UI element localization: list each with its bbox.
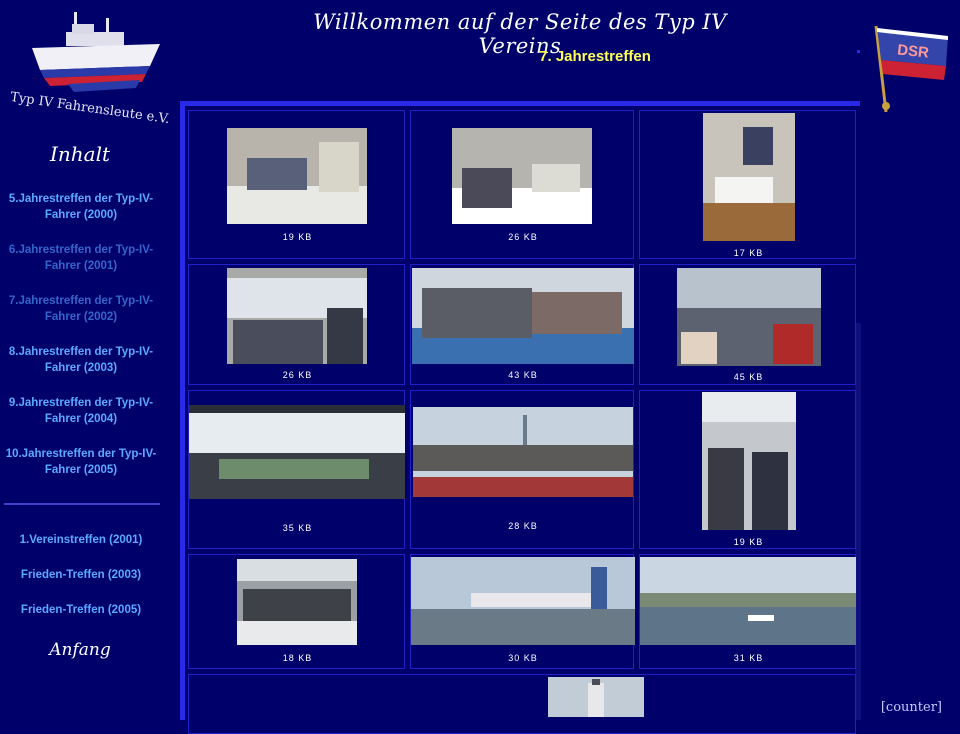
- photo-cell: 31 KB: [639, 554, 856, 669]
- photo-size-label: 45 KB: [733, 372, 764, 382]
- sidebar-link-jahrestreffen-2000[interactable]: 5.Jahrestreffen der Typ-IV-Fahrer (2000): [2, 191, 160, 223]
- photo-thumbnail[interactable]: [702, 392, 796, 530]
- sidebar-heading: Inhalt: [49, 142, 111, 166]
- sidebar-link-jahrestreffen-2002[interactable]: 7.Jahrestreffen der Typ-IV-Fahrer (2002): [2, 293, 160, 325]
- photo-thumbnail[interactable]: [413, 407, 633, 497]
- frame-marker: [857, 50, 860, 53]
- ship-icon: [32, 12, 160, 92]
- photo-thumbnail[interactable]: [640, 557, 856, 645]
- content-frame-top: [180, 101, 860, 106]
- sidebar-link-vereinstreffen-2001[interactable]: 1.Vereinstreffen (2001): [2, 532, 160, 548]
- photo-size-label: 19 KB: [282, 232, 313, 242]
- photo-thumbnail[interactable]: [703, 113, 795, 241]
- photo-thumbnail[interactable]: [548, 677, 644, 717]
- photo-thumbnail[interactable]: [189, 405, 405, 499]
- sidebar-link-frieden-treffen-2005[interactable]: Frieden-Treffen (2005): [2, 602, 160, 618]
- sidebar-link-jahrestreffen-2003[interactable]: 8.Jahrestreffen der Typ-IV-Fahrer (2003): [2, 344, 160, 376]
- photo-thumbnail[interactable]: [452, 128, 592, 224]
- photo-cell: 26 KB: [188, 264, 405, 385]
- photo-cell: 18 KB: [188, 554, 405, 669]
- page-subtitle: 7. Jahrestreffen: [539, 48, 651, 65]
- photo-cell: 19 KB: [188, 110, 405, 259]
- photo-size-label: 26 KB: [508, 232, 538, 242]
- photo-thumbnail[interactable]: [227, 128, 367, 224]
- photo-size-label: 35 KB: [282, 523, 313, 533]
- photo-size-label: 26 KB: [282, 370, 313, 380]
- logo-text: Typ IV Fahrensleute e.V.: [10, 90, 170, 127]
- photo-thumbnail[interactable]: [227, 268, 367, 364]
- photo-thumbnail[interactable]: [411, 557, 635, 645]
- sidebar-link-jahrestreffen-2004[interactable]: 9.Jahrestreffen der Typ-IV-Fahrer (2004): [2, 395, 160, 427]
- photo-size-label: 31 KB: [733, 653, 764, 663]
- photo-thumbnail[interactable]: [677, 268, 821, 366]
- photo-size-label: 18 KB: [282, 653, 313, 663]
- flag-icon: [874, 25, 948, 113]
- photo-cell: 45 KB: [639, 264, 856, 385]
- sidebar-divider: [4, 503, 160, 505]
- flag-text: DSR: [896, 41, 929, 61]
- photo-thumbnail[interactable]: [237, 559, 357, 645]
- photo-size-label: 19 KB: [733, 537, 764, 547]
- photo-size-label: 17 KB: [733, 248, 764, 258]
- photo-size-label: 28 KB: [508, 521, 538, 531]
- photo-thumbnail[interactable]: [412, 268, 634, 364]
- sidebar-link-jahrestreffen-2001[interactable]: 6.Jahrestreffen der Typ-IV-Fahrer (2001): [2, 242, 160, 274]
- photo-cell: 19 KB: [639, 390, 856, 549]
- photo-cell: 17 KB: [639, 110, 856, 259]
- photo-cell: 35 KB: [188, 390, 405, 549]
- content-frame-left: [180, 101, 185, 720]
- photo-cell: 28 KB: [410, 390, 634, 549]
- photo-cell: 43 KB: [410, 264, 634, 385]
- photo-size-label: 30 KB: [508, 653, 538, 663]
- page-counter: [counter]: [880, 700, 942, 715]
- sidebar-link-frieden-treffen-2003[interactable]: Frieden-Treffen (2003): [2, 567, 160, 583]
- sidebar-link-jahrestreffen-2005[interactable]: 10.Jahrestreffen der Typ-IV-Fahrer (2005…: [2, 446, 160, 478]
- photo-cell: 26 KB: [410, 110, 634, 259]
- photo-size-label: 43 KB: [508, 370, 538, 380]
- photo-gallery: 19 KB 26 KB 17 KB 26 KB 43 KB 45 KB 35 K…: [188, 110, 856, 734]
- dsr-flag: DSR: [874, 25, 948, 113]
- photo-cell: [188, 674, 856, 734]
- photo-cell: 30 KB: [410, 554, 635, 669]
- sidebar-link-anfang[interactable]: Anfang: [20, 640, 140, 660]
- ship-logo[interactable]: Typ IV Fahrensleute e.V.: [10, 8, 170, 133]
